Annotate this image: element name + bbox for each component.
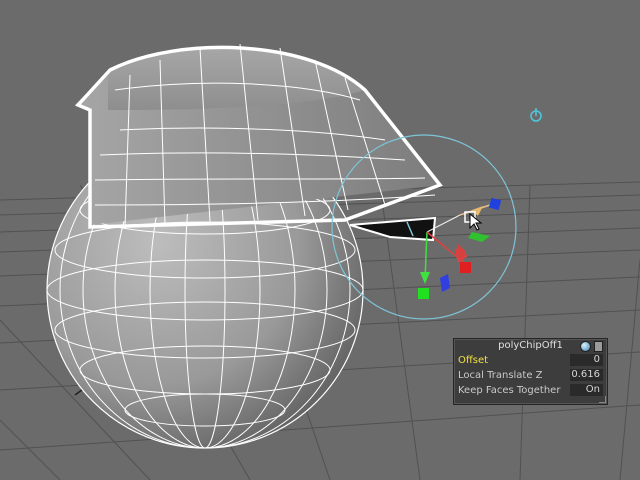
attr-label: Keep Faces Together (458, 385, 561, 396)
channel-box-popup[interactable]: polyChipOff1 Offset 0 Local Translate Z … (453, 338, 608, 405)
scene-canvas[interactable] (0, 0, 640, 480)
attr-row-offset[interactable]: Offset 0 (454, 353, 607, 368)
attr-value-field[interactable]: 0 (570, 354, 603, 366)
attr-row-local-translate-z[interactable]: Local Translate Z 0.616 (454, 368, 607, 383)
maya-viewport[interactable] (0, 0, 640, 480)
attr-value-field[interactable]: 0.616 (570, 369, 603, 381)
pin-icon[interactable] (580, 341, 591, 352)
x-handle[interactable] (460, 262, 471, 273)
y-handle[interactable] (418, 288, 429, 299)
panel-controls (580, 341, 603, 352)
attr-label: Local Translate Z (458, 370, 543, 381)
pivot-icon[interactable] (530, 108, 542, 122)
attr-label: Offset (458, 355, 489, 366)
resize-grip[interactable] (599, 396, 606, 403)
chipped-shell[interactable] (75, 43, 443, 242)
menu-icon[interactable] (594, 341, 603, 352)
attr-value-field[interactable]: On (570, 384, 603, 396)
attr-row-keep-faces-together[interactable]: Keep Faces Together On (454, 383, 607, 398)
